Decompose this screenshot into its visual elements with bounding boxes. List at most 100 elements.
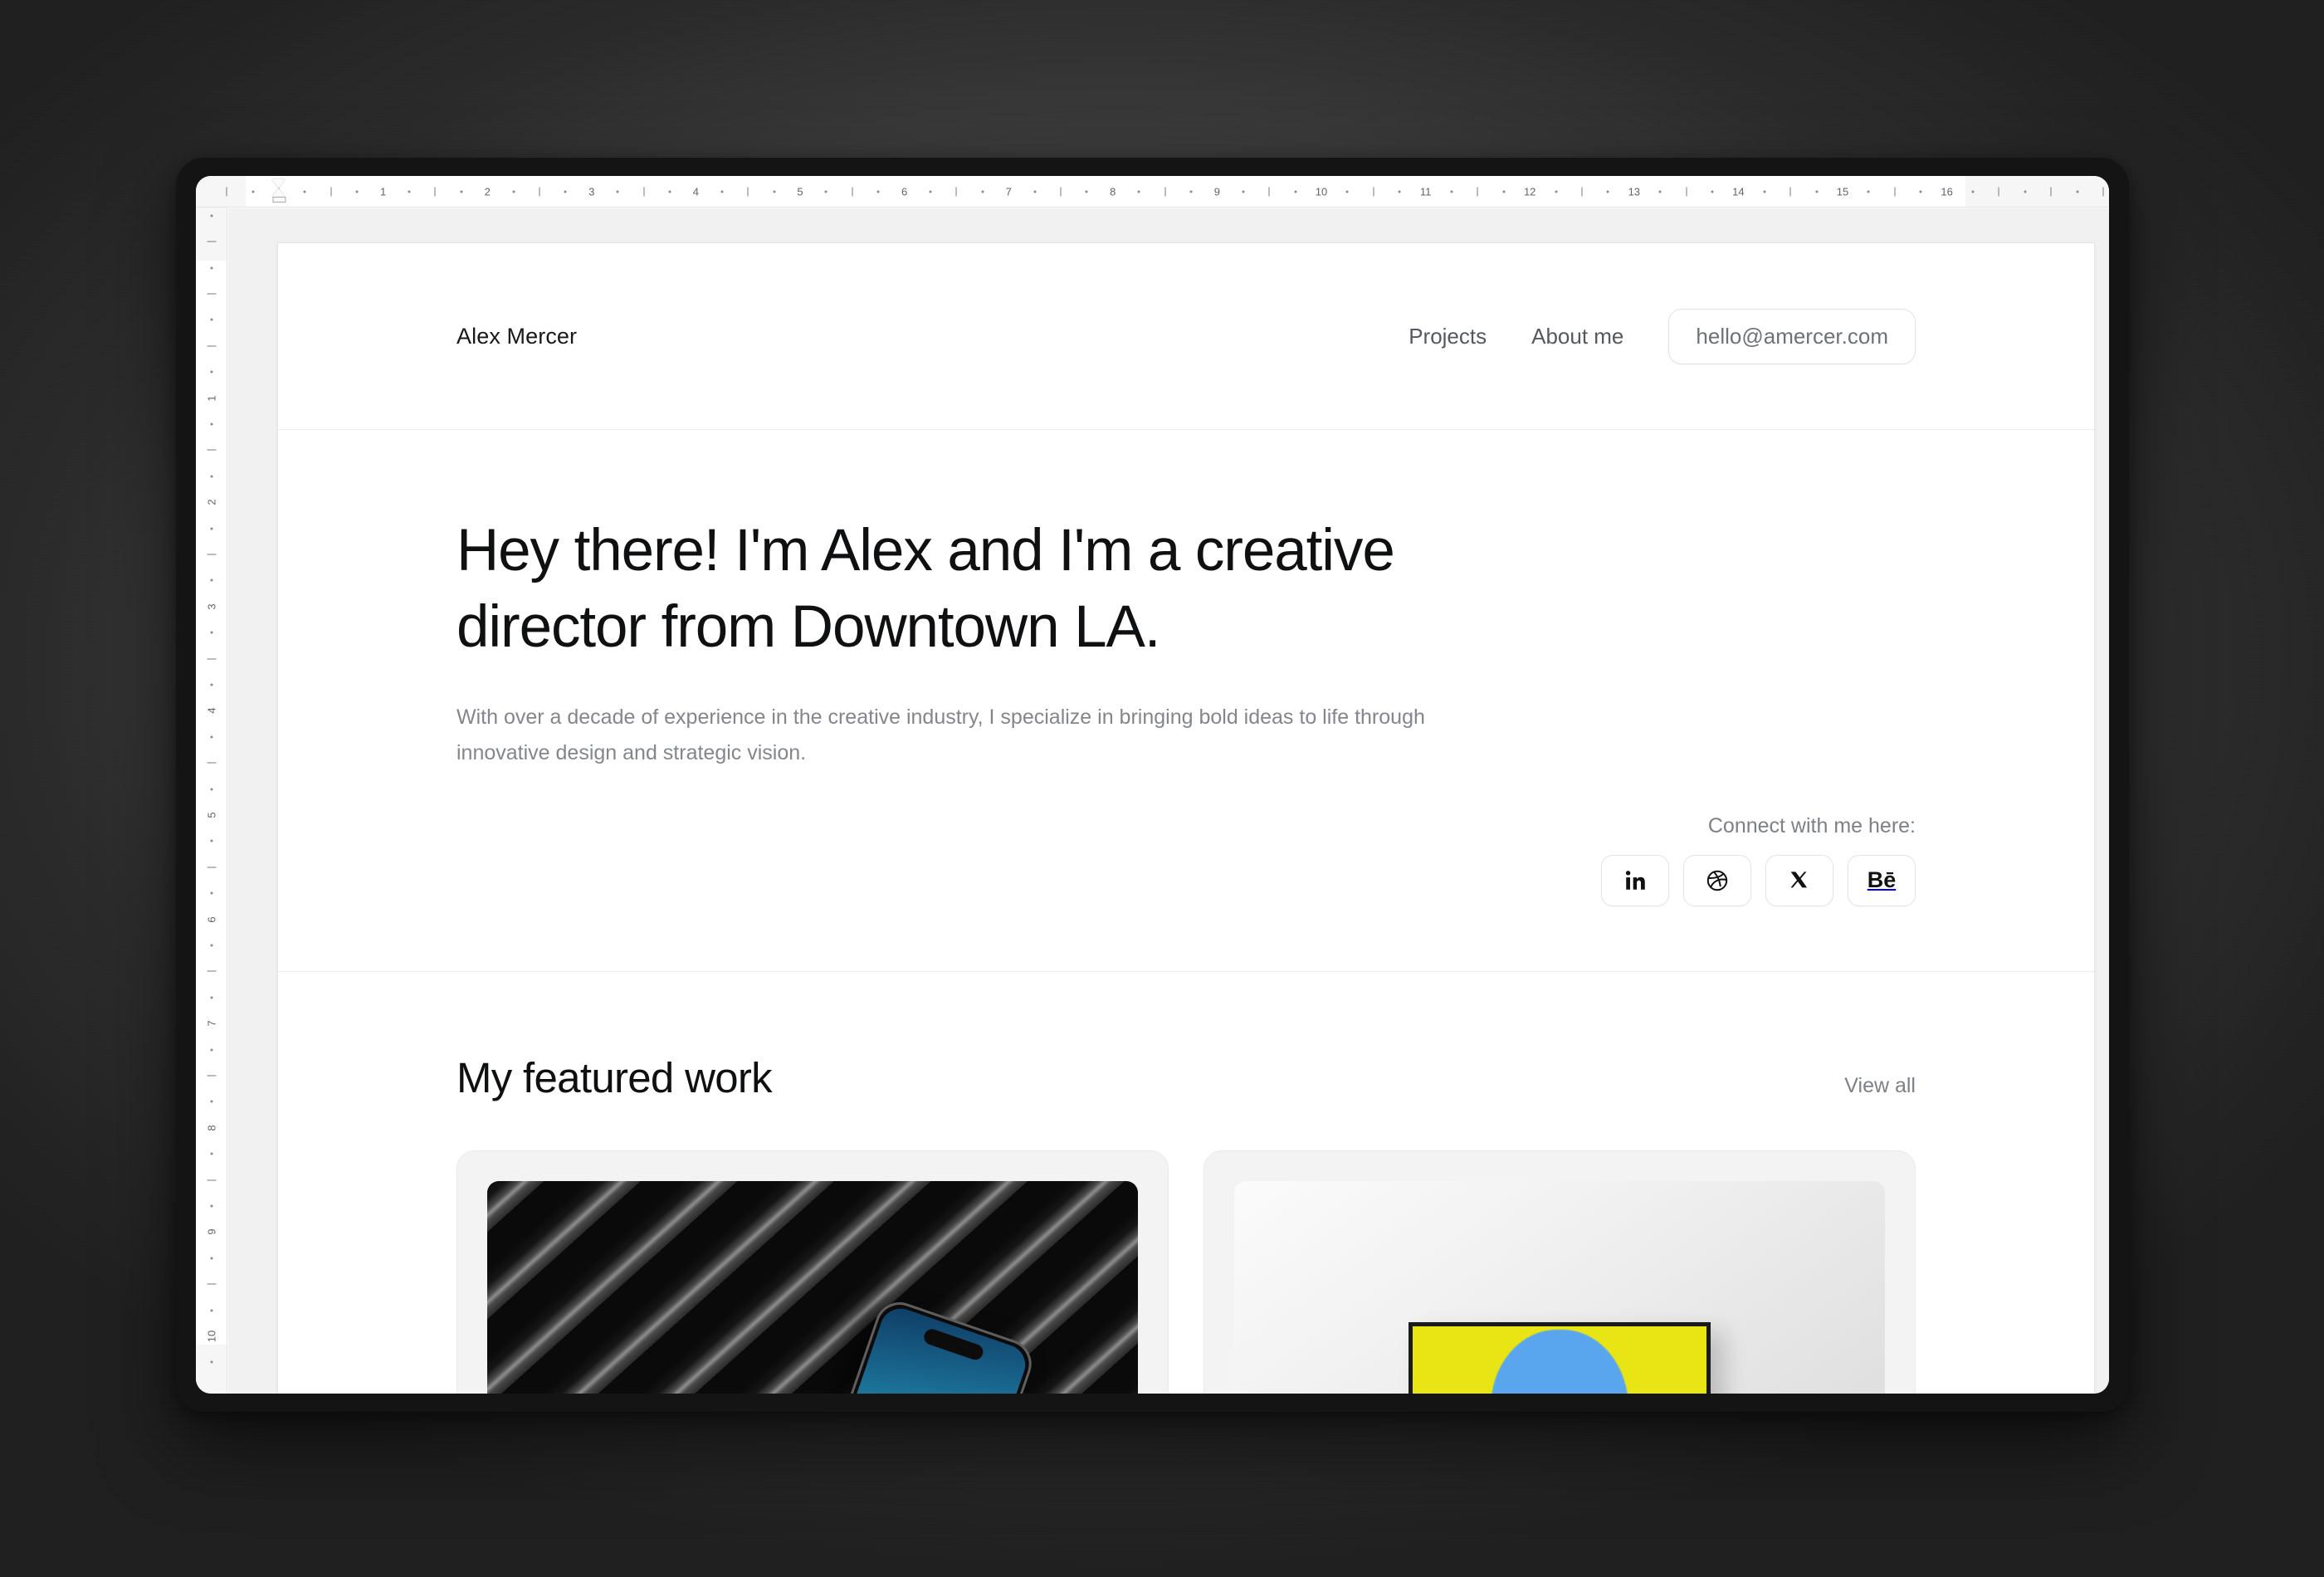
ruler-tick: 4: [692, 185, 700, 198]
ruler-tick: [929, 190, 932, 193]
ruler-tick: 9: [1213, 185, 1221, 198]
project-card-media-studio: [1234, 1180, 1885, 1394]
ruler-tick: [210, 1309, 212, 1312]
ruler-tick: [210, 839, 212, 842]
social-link-behance[interactable]: Bē: [1848, 854, 1916, 906]
nav-link-projects[interactable]: Projects: [1409, 324, 1487, 349]
ruler-tick: [210, 266, 212, 270]
ruler-tick: [643, 187, 645, 196]
ruler-tick: [355, 190, 359, 193]
ruler-tick: [434, 187, 436, 196]
first-line-indent-icon: [271, 179, 286, 188]
ruler-tick: [210, 1048, 212, 1052]
ruler-tick: [2024, 190, 2027, 193]
ruler-tick: [1763, 190, 1766, 193]
ruler-tick: 12: [1523, 185, 1536, 198]
ruler-tick: [210, 631, 212, 634]
tablet-device-frame: 1 2 3 4 5 6 7 8 9 10 11 12 13 14 15 16 1 2 3 4 5 6 7 8 9 10 Alex…: [176, 158, 2129, 1412]
ruler-tick: [210, 579, 212, 582]
project-card[interactable]: [456, 1150, 1169, 1394]
ruler-tick: [210, 1152, 212, 1155]
ruler-tick: [564, 190, 567, 193]
ruler-tick: 1: [205, 394, 217, 402]
ruler-tick: [1971, 190, 1975, 193]
ruler-tick: [207, 293, 216, 295]
vertical-ruler[interactable]: 1 2 3 4 5 6 7 8 9 10: [196, 208, 227, 1394]
ruler-tick: 10: [1315, 185, 1328, 198]
ruler-tick: [207, 449, 216, 451]
ruler-tick: 6: [901, 185, 908, 198]
featured-work-title: My featured work: [456, 1053, 773, 1101]
ruler-tick: [210, 683, 212, 686]
project-card[interactable]: [1204, 1150, 1916, 1394]
ruler-tick: 8: [205, 1125, 217, 1131]
left-indent-marker[interactable]: [271, 179, 286, 204]
social-link-x-twitter[interactable]: [1765, 854, 1833, 906]
ruler-tick: [1242, 190, 1245, 193]
ruler-tick: [210, 1257, 212, 1260]
connect-label: Connect with me here:: [1707, 813, 1916, 837]
ruler-tick: [1581, 187, 1583, 196]
behance-icon: Bē: [1867, 867, 1897, 893]
horizontal-ruler[interactable]: 1 2 3 4 5 6 7 8 9 10 11 12 13 14 15 16: [196, 176, 2109, 208]
social-link-dribbble[interactable]: [1683, 854, 1751, 906]
view-all-link[interactable]: View all: [1844, 1074, 1916, 1098]
ruler-tick: [210, 1100, 212, 1103]
ruler-tick: 1: [379, 185, 387, 198]
ruler-tick: [210, 527, 212, 530]
hero-title: Hey there! I'm Alex and I'm a creative d…: [456, 518, 1395, 661]
ruler-tick: [1137, 190, 1140, 193]
nav-link-about-me[interactable]: About me: [1531, 324, 1623, 349]
phone-mockup: [775, 1295, 1038, 1394]
ruler-tick: [207, 970, 216, 972]
ruler-tick: [1268, 187, 1270, 196]
ruler-tick: [207, 1179, 216, 1181]
ruler-tick: [207, 554, 216, 555]
ruler-tick: [2076, 190, 2079, 193]
ruler-tick: [1502, 190, 1506, 193]
ruler-tick: [1345, 190, 1349, 193]
ruler-tick: [1686, 187, 1687, 196]
ruler-tick: 14: [1732, 185, 1745, 198]
social-link-linkedin[interactable]: [1601, 854, 1669, 906]
ruler-tick: 4: [205, 707, 217, 715]
ruler-tick: [1867, 190, 1870, 193]
ruler-tick: 3: [205, 603, 217, 610]
ruler-tick: [1060, 187, 1062, 196]
ruler-tick: [210, 944, 212, 947]
ruler-tick: 2: [205, 499, 217, 505]
ruler-tick: [512, 190, 515, 193]
document-page: Alex Mercer Projects About me hello@amer…: [277, 242, 2095, 1394]
ruler-tick: [210, 214, 212, 217]
ruler-tick: [207, 345, 216, 347]
ruler-tick: [1189, 190, 1193, 193]
ruler-tick: 5: [797, 185, 803, 198]
ruler-tick: [408, 190, 411, 193]
ruler-tick: 8: [1110, 185, 1116, 198]
linkedin-icon: [1625, 871, 1645, 890]
ruler-tick: 9: [205, 1228, 217, 1236]
ruler-tick: [210, 735, 212, 739]
ruler-tick: [1711, 190, 1714, 193]
ruler-tick: 2: [484, 185, 491, 198]
ruler-tick: [207, 762, 216, 764]
email-contact-button[interactable]: hello@amercer.com: [1668, 308, 1916, 364]
ruler-tick: [876, 190, 880, 193]
tablet-screen: 1 2 3 4 5 6 7 8 9 10 11 12 13 14 15 16 1 2 3 4 5 6 7 8 9 10 Alex…: [196, 176, 2109, 1394]
brand-name[interactable]: Alex Mercer: [456, 324, 577, 349]
ruler-tick: [1398, 190, 1401, 193]
ruler-tick: [1919, 190, 1922, 193]
framed-artwork: [1409, 1321, 1711, 1394]
ruler-tick: [773, 190, 776, 193]
ruler-tick: [1606, 190, 1609, 193]
site-header: Alex Mercer Projects About me hello@amer…: [278, 243, 2094, 430]
hero-subtitle: With over a decade of experience in the …: [456, 705, 1425, 764]
ruler-tick: [1789, 187, 1791, 196]
ruler-tick: [1894, 187, 1896, 196]
ruler-tick: [1477, 187, 1478, 196]
ruler-page-zone: [246, 176, 1966, 207]
ruler-tick: 11: [1419, 185, 1432, 198]
ruler-tick: [824, 190, 828, 193]
ruler-tick: [210, 891, 212, 895]
document-canvas[interactable]: Alex Mercer Projects About me hello@amer…: [228, 208, 2109, 1394]
